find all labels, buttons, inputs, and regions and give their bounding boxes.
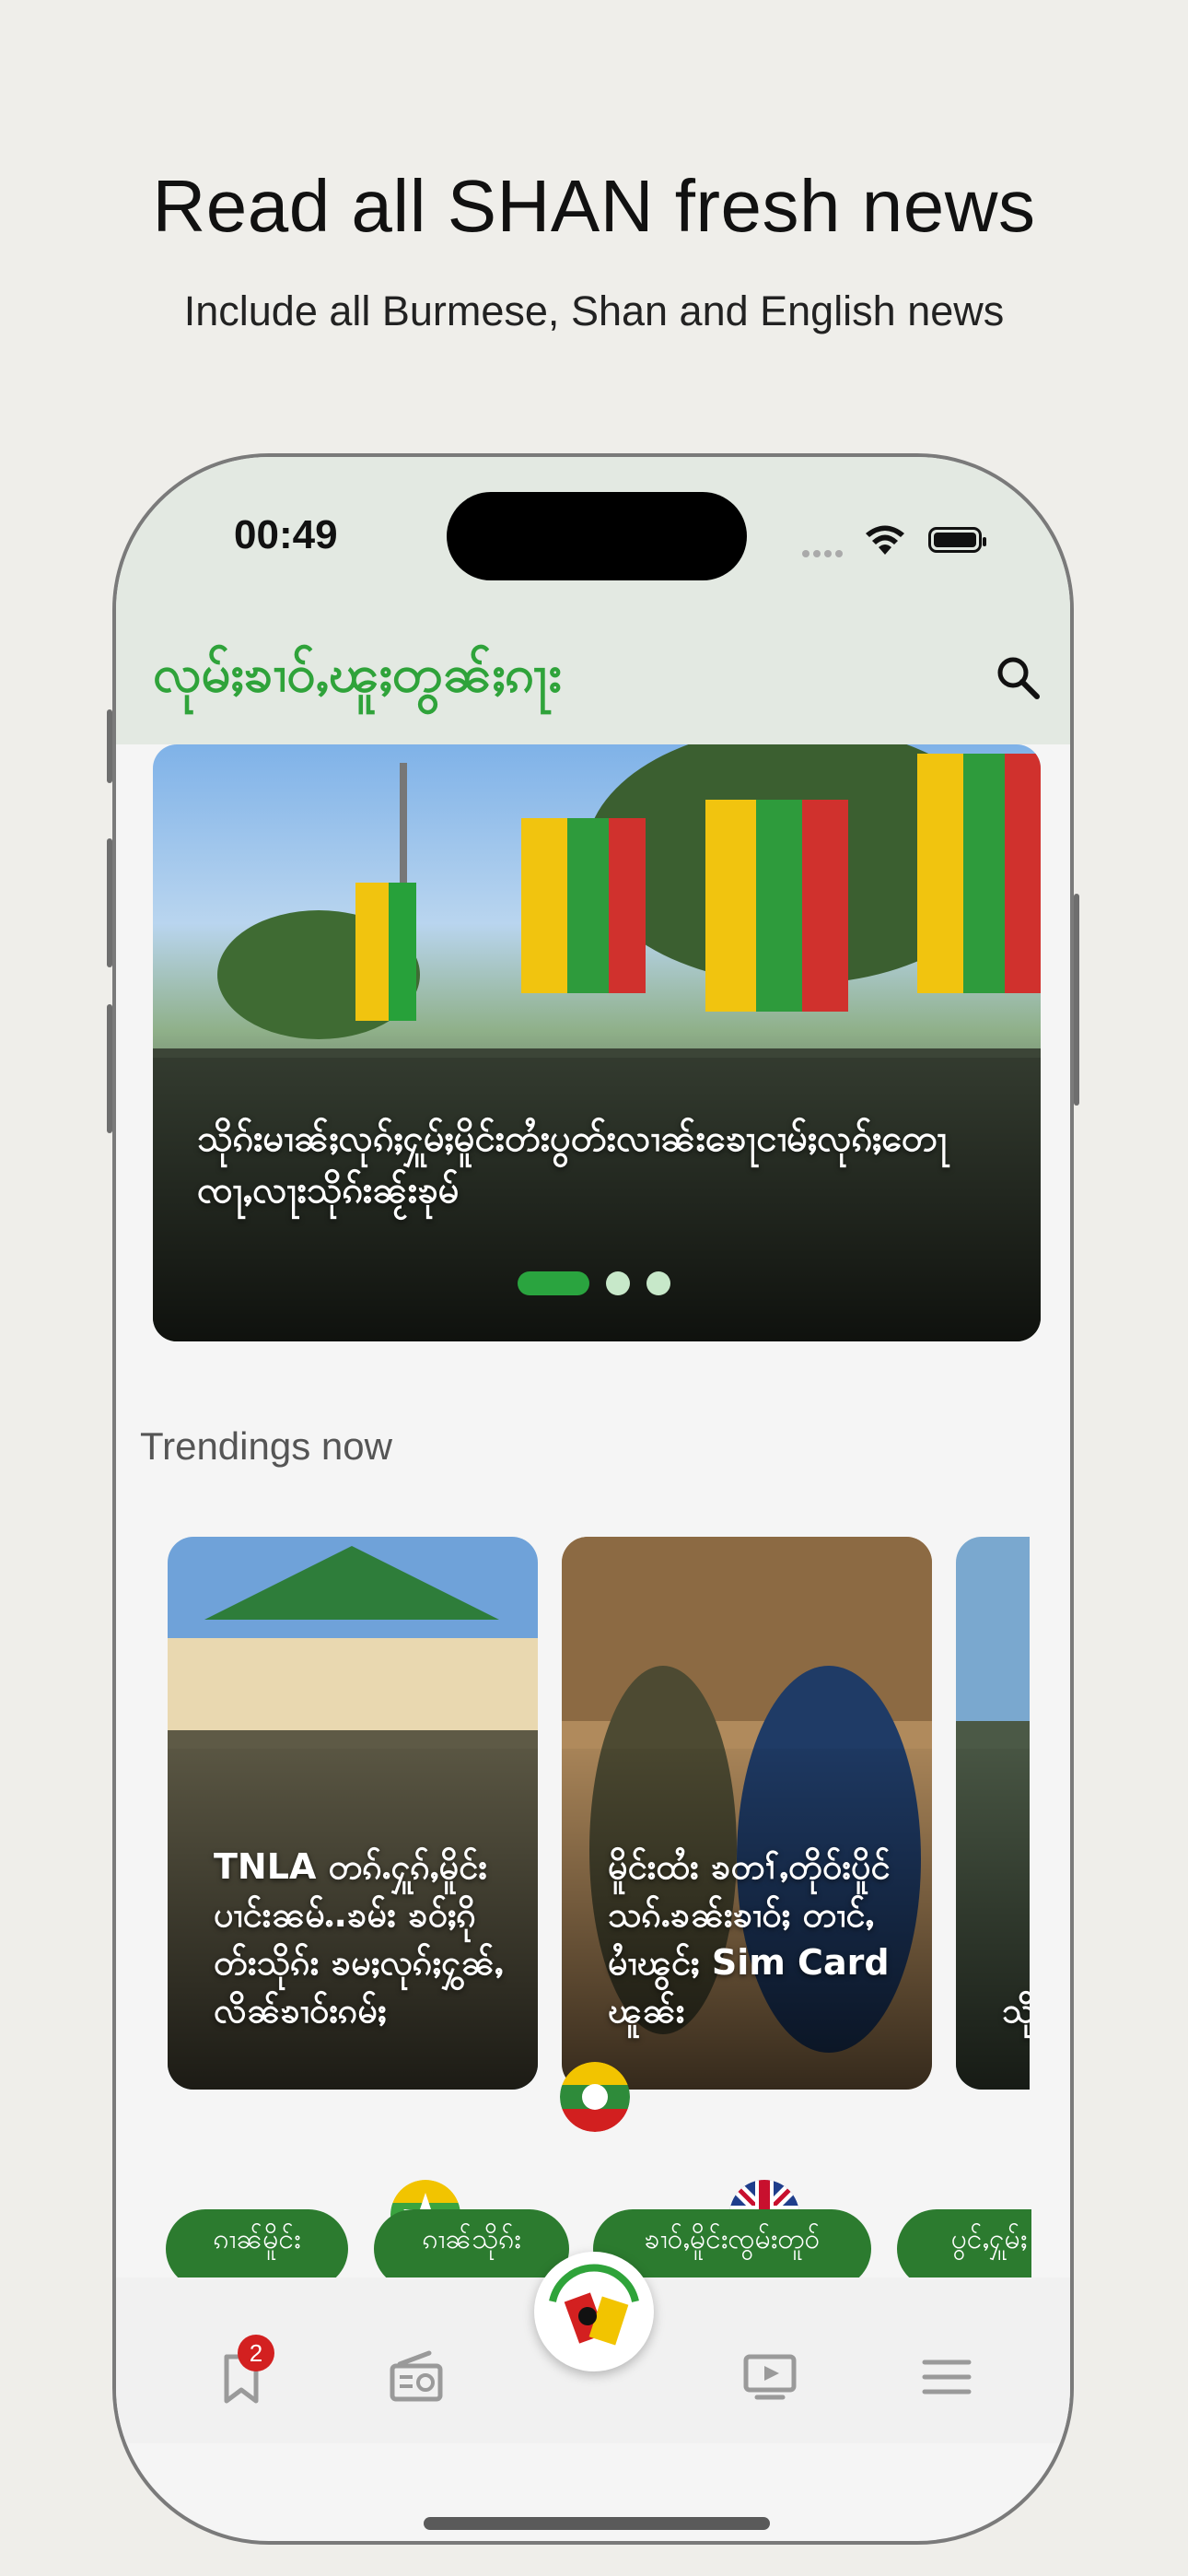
app-brand-title: လုမ်ႈၶၢဝ်ႇၽူႈတွၼ်ႈၵႃး bbox=[153, 644, 562, 704]
wifi-icon bbox=[866, 525, 904, 555]
app-top-bar: 00:49 လုမ်ႈၶၢဝ်ႇၽူႈတွၼ်ႈၵႃး bbox=[116, 457, 1070, 744]
promo-subline: Include all Burmese, Shan and English ne… bbox=[183, 287, 1005, 334]
trending-card[interactable]: TNLA တၵ်ႉႁူၵ်ႇမိူင်းပၢင်းၼမ်ႉ.ၶမ်း ၶဝ်ႈၵ… bbox=[168, 1537, 538, 2090]
phone-frame: 00:49 လုမ်ႈၶၢဝ်ႇၽူႈတွၼ်ႈၵႃး သိုၵ်းမၢၼ်ႈလ… bbox=[112, 453, 1074, 2545]
status-time: 00:49 bbox=[234, 512, 338, 557]
trending-card[interactable]: မိူင်းထႆး ၶတၢ်ႇတိုဝ်းပိူင်သၵ်ႉၶၼ်းၶၢဝ်ႈ … bbox=[562, 1537, 932, 2090]
category-chip[interactable]: ၵၢၼ်မိူင်း bbox=[166, 2209, 348, 2277]
trending-section-title: Trendings now bbox=[140, 1424, 392, 1468]
phone-power-button bbox=[1074, 894, 1079, 1106]
category-chip[interactable]: ပွင်ႇႁူမ်ႈ bbox=[897, 2209, 1031, 2277]
carousel-pager[interactable] bbox=[518, 1271, 687, 1295]
pager-dot-active[interactable] bbox=[518, 1271, 589, 1295]
battery-icon bbox=[928, 527, 986, 553]
bookmark-badge: 2 bbox=[238, 2335, 274, 2371]
shan-flag-icon[interactable] bbox=[560, 2062, 630, 2132]
radio-icon[interactable] bbox=[389, 2349, 444, 2405]
category-chip[interactable]: ၵၢၼ်သိုၵ်း bbox=[374, 2209, 569, 2277]
search-icon[interactable] bbox=[991, 650, 1046, 706]
app-logo-button[interactable] bbox=[534, 2252, 654, 2371]
signal-icon bbox=[802, 544, 846, 561]
pager-dot[interactable] bbox=[646, 1271, 670, 1295]
dynamic-island bbox=[447, 492, 747, 580]
promo-headline: Read all SHAN fresh news bbox=[152, 165, 1036, 247]
trending-card[interactable]: သိုၵ်းမၢၼ်ႈ တိူၵ်းၵႂၢမ်း bbox=[956, 1537, 1030, 2090]
trending-card-title[interactable]: TNLA တၵ်ႉႁူၵ်ႇမိူင်းပၢင်းၼမ်ႉ.ၶမ်း ၶဝ်ႈၵ… bbox=[214, 1843, 508, 2034]
menu-icon[interactable] bbox=[919, 2349, 974, 2405]
trending-card-title[interactable]: မိူင်းထႆး ၶတၢ်ႇတိုဝ်းပိူင်သၵ်ႉၶၼ်းၶၢဝ်ႈ … bbox=[608, 1843, 903, 2034]
hero-image bbox=[153, 744, 1041, 1341]
hero-carousel[interactable]: သိုၵ်းမၢၼ်ႈလုၵ်ႈႁူမ်ႈမိူင်းတႆးပွတ်းလၢၼ်း… bbox=[153, 744, 1041, 1341]
video-icon[interactable] bbox=[742, 2349, 798, 2405]
hero-caption[interactable]: သိုၵ်းမၢၼ်ႈလုၵ်ႈႁူမ်ႈမိူင်းတႆးပွတ်းလၢၼ်း… bbox=[197, 1113, 989, 1216]
home-indicator[interactable] bbox=[424, 2517, 770, 2530]
pager-dot[interactable] bbox=[606, 1271, 630, 1295]
trending-card-title[interactable]: သိုၵ်းမၢၼ်ႈ တိူၵ်းၵႂၢမ်း bbox=[1002, 1986, 1030, 2034]
trending-carousel[interactable]: TNLA တၵ်ႉႁူၵ်ႇမိူင်းပၢင်းၼမ်ႉ.ၶမ်း ၶဝ်ႈၵ… bbox=[168, 1537, 1030, 2095]
